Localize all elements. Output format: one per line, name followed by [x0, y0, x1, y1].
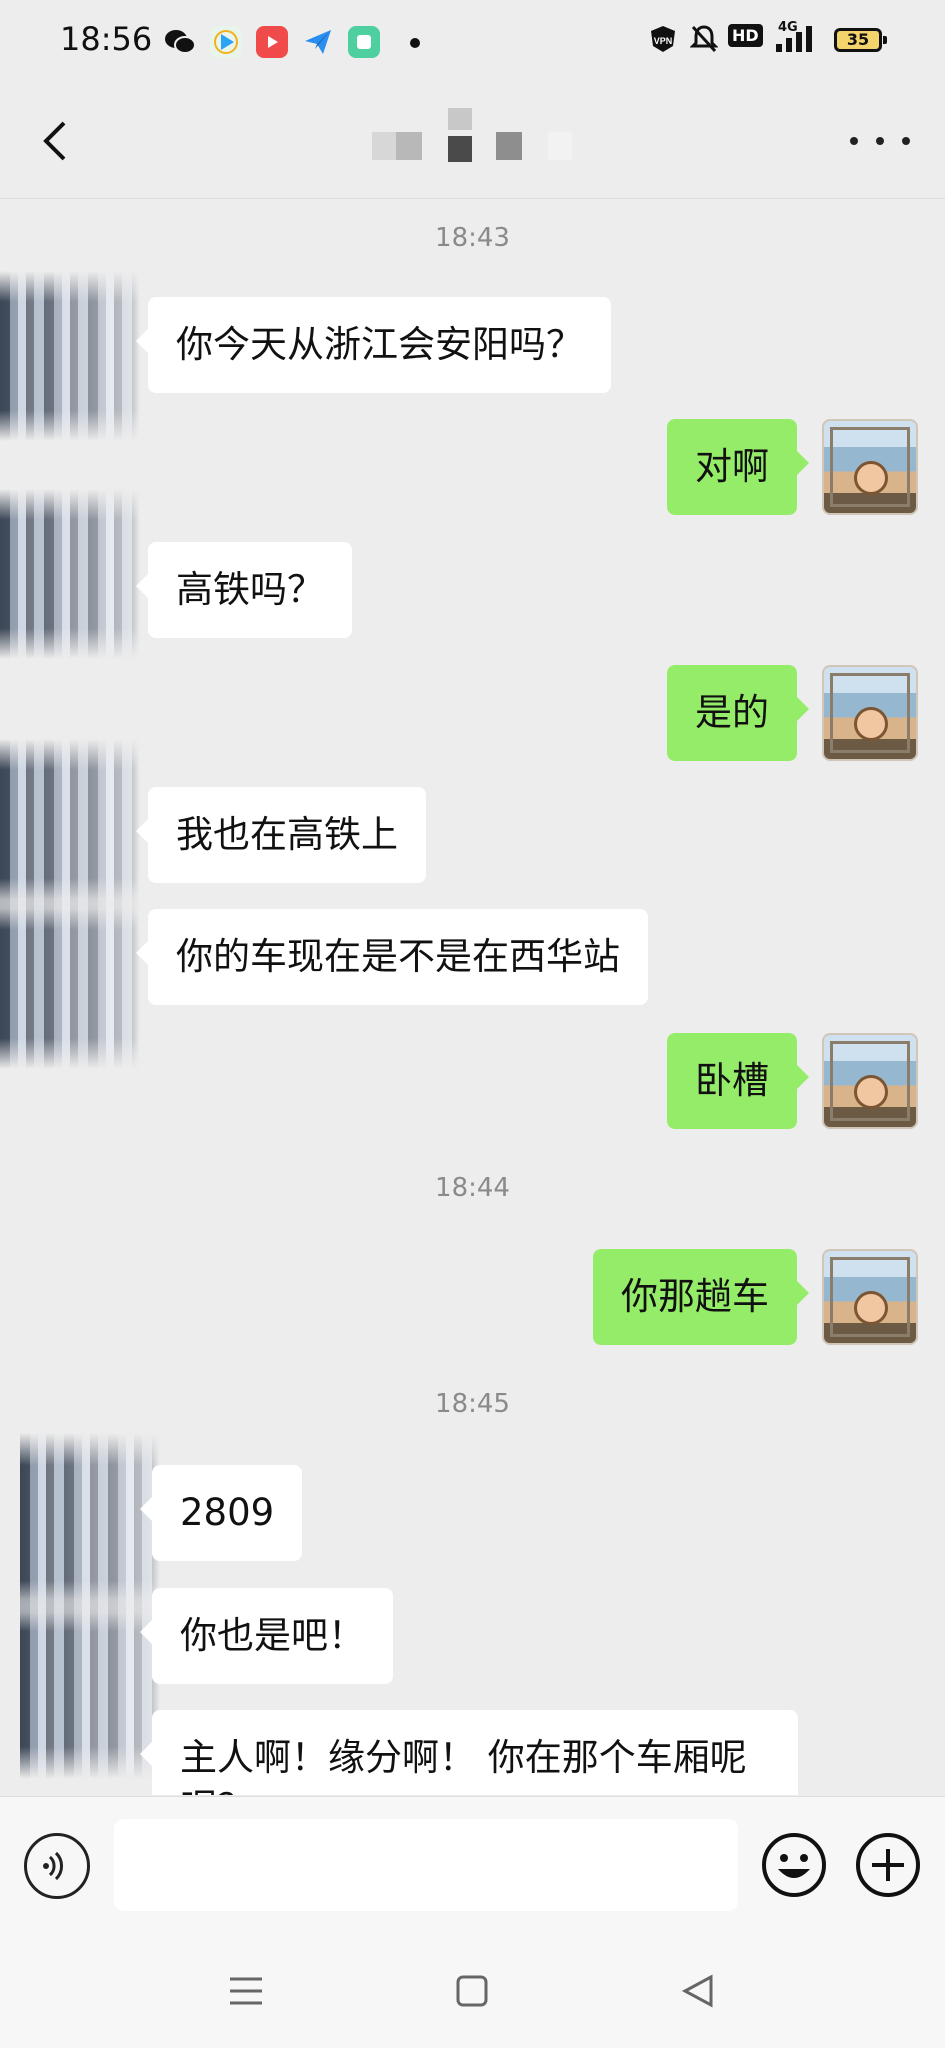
message-outgoing[interactable]: 对啊	[667, 419, 809, 515]
notification-dot-icon	[410, 38, 420, 48]
my-avatar[interactable]	[822, 419, 918, 515]
menu-button[interactable]	[226, 1971, 266, 2011]
hd-icon: HD	[728, 24, 763, 47]
my-avatar[interactable]	[822, 1249, 918, 1345]
more-dots-icon	[850, 137, 858, 145]
home-square-icon	[456, 1975, 488, 2007]
menu-icon	[230, 1977, 262, 2005]
more-functions-button[interactable]	[854, 1831, 922, 1899]
message-input[interactable]	[114, 1819, 738, 1911]
timestamp: 18:43	[435, 223, 510, 253]
back-button[interactable]	[30, 114, 80, 168]
video-app-icon	[210, 26, 242, 58]
red-play-icon	[256, 26, 288, 58]
message-outgoing[interactable]: 你那趟车	[593, 1249, 809, 1345]
message-incoming[interactable]: 你今天从浙江会安阳吗？	[136, 297, 611, 393]
voice-button[interactable]	[24, 1833, 90, 1899]
mute-bell-icon	[689, 24, 719, 59]
system-nav-bar	[0, 1931, 945, 2048]
my-avatar[interactable]	[822, 665, 918, 761]
4g-signal-icon: 4G	[774, 20, 820, 59]
contact-avatar[interactable]	[0, 739, 140, 909]
green-square-icon	[348, 26, 380, 58]
emoji-button[interactable]	[760, 1831, 828, 1899]
more-options-button[interactable]	[850, 124, 910, 158]
emoji-icon	[762, 1833, 826, 1897]
message-list[interactable]: 18:43 你今天从浙江会安阳吗？ 对啊 高铁吗？ 是的 我也在高铁上 你的车现…	[0, 199, 945, 1795]
chat-header	[0, 84, 945, 199]
plus-icon	[856, 1833, 920, 1897]
message-incoming[interactable]: 你的车现在是不是在西华站	[136, 909, 648, 1005]
timestamp: 18:44	[435, 1173, 510, 1203]
contact-avatar[interactable]	[0, 271, 140, 441]
timestamp: 18:45	[435, 1389, 510, 1419]
message-incoming[interactable]: 我也在高铁上	[136, 787, 426, 883]
chevron-left-icon	[43, 121, 66, 161]
battery-icon: 35	[834, 28, 887, 52]
message-incoming[interactable]: 高铁吗？	[136, 542, 352, 638]
message-incoming[interactable]: 2809	[139, 1465, 303, 1561]
contact-avatar[interactable]	[0, 489, 140, 659]
contact-name	[360, 106, 600, 176]
message-incoming[interactable]: 主人啊！缘分啊！ 你在那个车厢呢 呢？	[140, 1710, 798, 1795]
contact-avatar[interactable]	[20, 1433, 160, 1613]
contact-avatar[interactable]	[20, 1599, 160, 1779]
paper-plane-icon	[302, 26, 334, 58]
message-outgoing[interactable]: 卧槽	[667, 1033, 809, 1129]
vpn-icon: VPN	[648, 24, 678, 59]
home-button[interactable]	[452, 1971, 492, 2011]
back-triangle-icon	[681, 1974, 713, 2008]
message-incoming[interactable]: 你也是吧！	[140, 1588, 393, 1684]
message-outgoing[interactable]: 是的	[667, 665, 809, 761]
contact-avatar[interactable]	[0, 899, 140, 1069]
svg-text:VPN: VPN	[654, 36, 673, 46]
voice-icon	[43, 1851, 63, 1881]
back-nav-button[interactable]	[678, 1971, 718, 2011]
status-bar: 18:56 VPN HD 4G 35	[0, 0, 945, 84]
input-bar	[0, 1796, 945, 1931]
my-avatar[interactable]	[822, 1033, 918, 1129]
wechat-icon	[164, 26, 196, 58]
status-time: 18:56	[60, 20, 153, 58]
